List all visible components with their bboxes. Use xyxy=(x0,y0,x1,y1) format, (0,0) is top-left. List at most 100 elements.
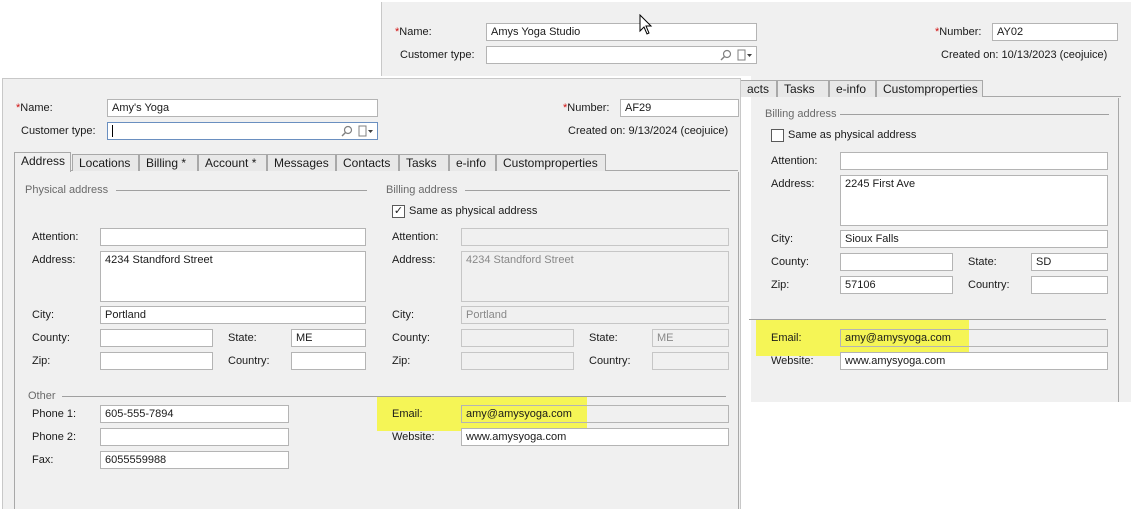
billing-attention-field xyxy=(461,228,729,246)
mouse-pointer-icon xyxy=(639,14,653,35)
billing-county-label: County: xyxy=(392,332,430,344)
billing-state-label: State: xyxy=(589,332,618,344)
back-created-on: Created on: 10/13/2023 (ceojuice) xyxy=(941,49,1108,61)
back-customer-type-label: Customer type: xyxy=(400,49,475,61)
back-email-field[interactable]: amy@amysyoga.com xyxy=(840,329,1108,347)
front-panel-left-border xyxy=(14,172,15,509)
physical-attention-label: Attention: xyxy=(32,231,79,243)
back-city-field[interactable]: Sioux Falls xyxy=(840,230,1108,248)
website-label: Website: xyxy=(392,431,435,443)
back-billing-section-title: Billing address xyxy=(765,108,837,120)
back-number-label: *Number: xyxy=(935,26,982,38)
front-customer-type-field[interactable] xyxy=(107,122,378,140)
billing-state-field: ME xyxy=(652,329,729,347)
billing-address-field: 4234 Standford Street xyxy=(461,251,729,302)
billing-country-field xyxy=(652,352,729,370)
tab-customproperties[interactable]: Customproperties xyxy=(496,154,606,171)
physical-zip-label: Zip: xyxy=(32,355,51,367)
tab-messages[interactable]: Messages xyxy=(267,154,336,171)
back-billing-separator xyxy=(840,114,1109,115)
back-panel-border xyxy=(1118,98,1119,402)
tab-contacts-back[interactable]: acts xyxy=(741,80,777,97)
back-state-label: State: xyxy=(968,256,997,268)
billing-country-label: Country: xyxy=(589,355,631,367)
back-county-field[interactable] xyxy=(840,253,953,271)
back-city-label: City: xyxy=(771,233,793,245)
back-state-field[interactable]: SD xyxy=(1031,253,1108,271)
physical-separator xyxy=(116,190,367,191)
billing-zip-label: Zip: xyxy=(392,355,411,367)
back-zip-field[interactable]: 57106 xyxy=(840,276,953,294)
tab-e-info-back[interactable]: e-info xyxy=(829,80,876,97)
tab-tasks[interactable]: Tasks xyxy=(399,154,449,171)
front-created-on: Created on: 9/13/2024 (ceojuice) xyxy=(568,125,729,137)
billing-address-label: Address: xyxy=(392,254,436,266)
tab-account[interactable]: Account * xyxy=(198,154,267,171)
back-same-as-physical-label: Same as physical address xyxy=(788,129,917,141)
front-customer-type-label: Customer type: xyxy=(21,125,96,137)
fax-label: Fax: xyxy=(32,454,54,466)
tab-tasks-back[interactable]: Tasks xyxy=(777,80,829,97)
physical-city-field[interactable]: Portland xyxy=(100,306,366,324)
phone1-field[interactable]: 605-555-7894 xyxy=(100,405,289,423)
front-number-field[interactable]: AF29 xyxy=(620,99,739,117)
phone2-field[interactable] xyxy=(100,428,289,446)
back-website-field[interactable]: www.amysyoga.com xyxy=(840,352,1108,370)
phone2-label: Phone 2: xyxy=(32,431,77,443)
tab-locations[interactable]: Locations xyxy=(72,154,139,171)
phone1-label: Phone 1: xyxy=(32,408,77,420)
physical-address-label: Address: xyxy=(32,254,76,266)
back-customer-type-field[interactable] xyxy=(486,46,757,64)
back-attention-field[interactable] xyxy=(840,152,1108,170)
email-field[interactable]: amy@amysyoga.com xyxy=(461,405,729,423)
back-country-field[interactable] xyxy=(1031,276,1108,294)
back-number-field[interactable]: AY02 xyxy=(992,23,1118,41)
tab-contacts[interactable]: Contacts xyxy=(336,154,399,171)
physical-country-field[interactable] xyxy=(291,352,366,370)
billing-section-title: Billing address xyxy=(386,184,458,196)
other-section-title: Other xyxy=(28,390,56,402)
front-number-label: *Number: xyxy=(563,102,610,114)
physical-state-label: State: xyxy=(228,332,257,344)
tab-address[interactable]: Address xyxy=(14,152,71,172)
physical-address-field[interactable]: 4234 Standford Street xyxy=(100,251,366,302)
dropdown-icon[interactable] xyxy=(737,49,753,61)
back-address-label: Address: xyxy=(771,178,815,190)
physical-country-label: Country: xyxy=(228,355,270,367)
email-label: Email: xyxy=(392,408,423,420)
dropdown-icon[interactable] xyxy=(358,125,374,137)
physical-state-field[interactable]: ME xyxy=(291,329,366,347)
back-zip-label: Zip: xyxy=(771,279,790,291)
billing-city-field: Portland xyxy=(461,306,729,324)
physical-zip-field[interactable] xyxy=(100,352,213,370)
tab-e-info[interactable]: e-info xyxy=(449,154,496,171)
website-field[interactable]: www.amysyoga.com xyxy=(461,428,729,446)
billing-zip-field xyxy=(461,352,574,370)
front-name-field[interactable]: Amy's Yoga xyxy=(107,99,378,117)
fax-field[interactable]: 6055559988 xyxy=(100,451,289,469)
physical-county-label: County: xyxy=(32,332,70,344)
front-name-label: *Name: xyxy=(16,102,53,114)
back-website-label: Website: xyxy=(771,355,814,367)
back-name-label: *Name: xyxy=(395,26,432,38)
tab-billing[interactable]: Billing * xyxy=(139,154,198,171)
billing-city-label: City: xyxy=(392,309,414,321)
back-address-field[interactable]: 2245 First Ave xyxy=(840,175,1108,226)
same-as-physical-checkbox[interactable]: ✓ xyxy=(392,205,405,218)
back-attention-label: Attention: xyxy=(771,155,818,167)
billing-separator xyxy=(465,190,730,191)
physical-attention-field[interactable] xyxy=(100,228,366,246)
physical-city-label: City: xyxy=(32,309,54,321)
search-icon[interactable] xyxy=(720,49,732,61)
search-icon[interactable] xyxy=(341,125,353,137)
back-email-label: Email: xyxy=(771,332,802,344)
back-county-label: County: xyxy=(771,256,809,268)
physical-county-field[interactable] xyxy=(100,329,213,347)
tab-customproperties-back[interactable]: Customproperties xyxy=(876,80,983,97)
back-same-as-physical-checkbox[interactable] xyxy=(771,129,784,142)
physical-section-title: Physical address xyxy=(25,184,109,196)
same-as-physical-label: Same as physical address xyxy=(409,205,538,217)
billing-attention-label: Attention: xyxy=(392,231,439,243)
front-panel-right-border xyxy=(738,172,739,509)
back-name-field[interactable]: Amys Yoga Studio xyxy=(486,23,757,41)
